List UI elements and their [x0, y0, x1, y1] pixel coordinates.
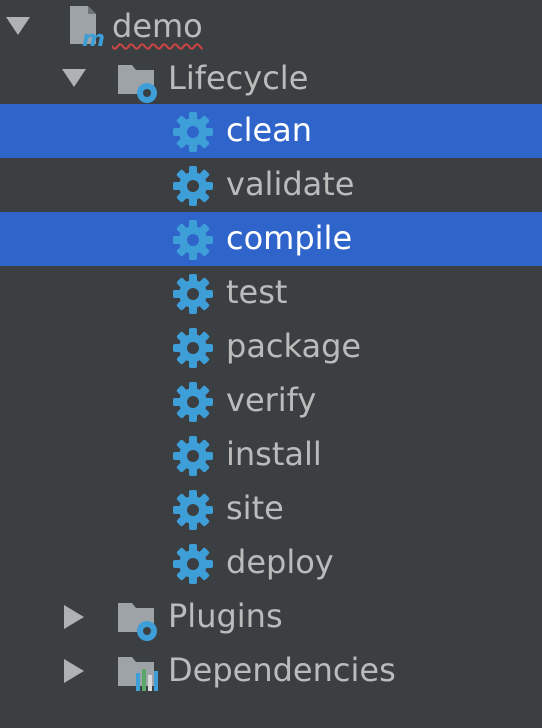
lifecycle-goal-clean[interactable]: clean [0, 104, 542, 158]
dependencies-folder-icon [116, 651, 158, 693]
lifecycle-goal-test[interactable]: test [0, 266, 542, 320]
chevron-down-icon[interactable] [6, 17, 30, 35]
tree-node-dependencies[interactable]: Dependencies [0, 644, 542, 698]
goal-label: clean [226, 111, 313, 149]
plugins-folder-icon [116, 597, 158, 641]
chevron-down-icon[interactable] [62, 69, 86, 87]
tree-node-label: Plugins [168, 597, 283, 635]
goal-label: site [226, 489, 284, 527]
chevron-right-icon[interactable] [64, 659, 84, 683]
goal-label: verify [226, 381, 317, 419]
gear-icon [172, 219, 214, 261]
tree-node-plugins[interactable]: Plugins [0, 590, 542, 644]
maven-tree: m demo Lifecycle clean validate compile … [0, 0, 542, 728]
tree-node-label: Lifecycle [168, 59, 309, 97]
lifecycle-goal-validate[interactable]: validate [0, 158, 542, 212]
lifecycle-goal-install[interactable]: install [0, 428, 542, 482]
gear-icon [172, 111, 214, 153]
goal-label: compile [226, 219, 353, 257]
tree-node-lifecycle[interactable]: Lifecycle [0, 52, 542, 106]
tree-node-label: demo [112, 7, 203, 45]
lifecycle-folder-icon [116, 59, 158, 103]
gear-icon [172, 543, 214, 585]
tree-node-label: Dependencies [168, 651, 396, 689]
gear-icon [172, 489, 214, 531]
lifecycle-goal-site[interactable]: site [0, 482, 542, 536]
lifecycle-goal-deploy[interactable]: deploy [0, 536, 542, 590]
lifecycle-goal-package[interactable]: package [0, 320, 542, 374]
lifecycle-goal-compile[interactable]: compile [0, 212, 542, 266]
tree-node-demo[interactable]: m demo [0, 0, 542, 54]
goal-label: test [226, 273, 288, 311]
goal-label: package [226, 327, 362, 365]
maven-module-icon: m [64, 4, 106, 52]
goal-label: install [226, 435, 322, 473]
gear-icon [172, 165, 214, 207]
gear-icon [172, 327, 214, 369]
gear-icon [172, 381, 214, 423]
goal-label: validate [226, 165, 355, 203]
gear-icon [172, 435, 214, 477]
lifecycle-goal-verify[interactable]: verify [0, 374, 542, 428]
goal-label: deploy [226, 543, 334, 581]
gear-icon [172, 273, 214, 315]
chevron-right-icon[interactable] [64, 605, 84, 629]
svg-text:m: m [82, 27, 105, 48]
